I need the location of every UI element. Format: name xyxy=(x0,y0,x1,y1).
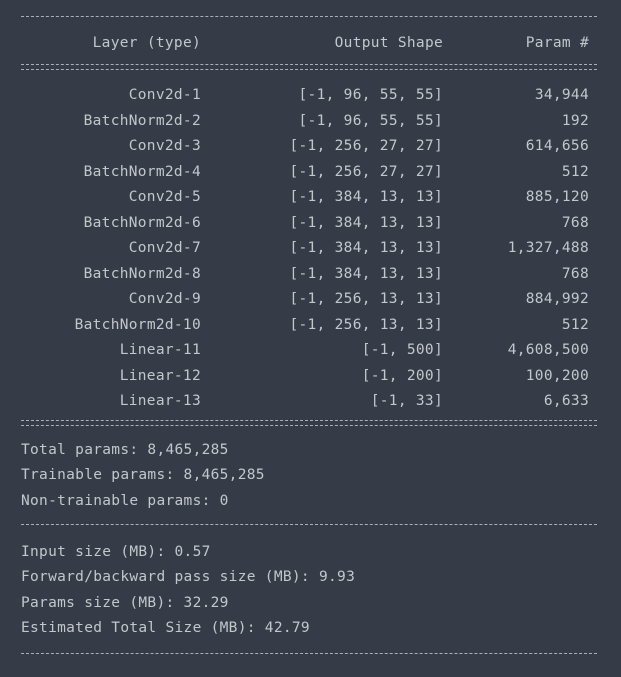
output-shape: [-1, 96, 55, 55] xyxy=(298,112,443,129)
params-size: Params size (MB): 32.29 xyxy=(21,595,229,611)
layer-name: Conv2d-7 xyxy=(128,240,201,256)
layer-name: BatchNorm2d-8 xyxy=(83,265,201,282)
table-row: Conv2d-5 [-1, 384, 13, 13] 885,120 xyxy=(21,187,597,207)
param-count: 614,656 xyxy=(525,138,589,154)
param-count: 768 xyxy=(561,265,589,282)
output-shape: [-1, 384, 13, 13] xyxy=(289,214,443,231)
header-layer: Layer (type) xyxy=(92,35,201,51)
layer-name: Linear-13 xyxy=(119,393,201,409)
terminal-output: Layer (type) Output Shape Param # Conv2d… xyxy=(0,0,621,677)
param-count: 4,608,500 xyxy=(507,342,589,358)
table-row: Conv2d-9 [-1, 256, 13, 13] 884,992 xyxy=(21,289,597,309)
param-count: 885,120 xyxy=(525,189,589,205)
output-shape: [-1, 33] xyxy=(370,393,443,409)
param-count: 512 xyxy=(561,316,589,333)
output-shape: [-1, 256, 27, 27] xyxy=(289,163,443,180)
table-row: Conv2d-7 [-1, 384, 13, 13] 1,327,488 xyxy=(21,238,597,258)
param-count: 6,633 xyxy=(543,393,589,409)
table-row: Linear-11 [-1, 500] 4,608,500 xyxy=(21,340,597,360)
table-row: Linear-12 [-1, 200] 100,200 xyxy=(21,366,597,386)
table-header: Layer (type) Output Shape Param # xyxy=(21,33,597,53)
output-shape: [-1, 384, 13, 13] xyxy=(289,265,443,282)
layer-name: BatchNorm2d-6 xyxy=(83,214,201,231)
output-shape: [-1, 200] xyxy=(361,367,443,384)
table-row: Conv2d-3 [-1, 256, 27, 27] 614,656 xyxy=(21,136,597,156)
layer-name: BatchNorm2d-4 xyxy=(83,163,201,180)
layer-name: BatchNorm2d-10 xyxy=(74,316,201,333)
non-trainable-params: Non-trainable params: 0 xyxy=(21,493,229,509)
layer-name: Conv2d-1 xyxy=(128,87,201,103)
param-count: 884,992 xyxy=(525,291,589,307)
layer-name: Linear-12 xyxy=(119,367,201,384)
table-row: BatchNorm2d-10 [-1, 256, 13, 13] 512 xyxy=(21,315,597,335)
layer-name: Conv2d-5 xyxy=(128,189,201,205)
header-param-count: Param # xyxy=(525,35,589,51)
output-shape: [-1, 256, 13, 13] xyxy=(289,316,443,333)
output-shape: [-1, 384, 13, 13] xyxy=(289,189,443,205)
output-shape: [-1, 96, 55, 55] xyxy=(298,87,443,103)
output-shape: [-1, 500] xyxy=(361,342,443,358)
header-output-shape: Output Shape xyxy=(334,35,443,51)
table-row: Linear-13 [-1, 33] 6,633 xyxy=(21,391,597,411)
table-row: BatchNorm2d-8 [-1, 384, 13, 13] 768 xyxy=(21,264,597,284)
layer-name: Linear-11 xyxy=(119,342,201,358)
param-count: 512 xyxy=(561,163,589,180)
table-row: BatchNorm2d-2 [-1, 96, 55, 55] 192 xyxy=(21,111,597,131)
param-count: 34,944 xyxy=(534,87,589,103)
divider-table-end xyxy=(21,420,597,426)
layer-name: BatchNorm2d-2 xyxy=(83,112,201,129)
param-count: 192 xyxy=(561,112,589,129)
param-count: 100,200 xyxy=(525,367,589,384)
param-count: 1,327,488 xyxy=(507,240,589,256)
table-row: BatchNorm2d-4 [-1, 256, 27, 27] 512 xyxy=(21,162,597,182)
divider-top xyxy=(21,16,597,17)
total-params: Total params: 8,465,285 xyxy=(21,442,229,458)
divider-header xyxy=(21,64,597,70)
divider-params xyxy=(21,524,597,525)
input-size: Input size (MB): 0.57 xyxy=(21,544,211,560)
estimated-total-size: Estimated Total Size (MB): 42.79 xyxy=(21,620,310,636)
layer-name: Conv2d-3 xyxy=(128,138,201,154)
trainable-params: Trainable params: 8,465,285 xyxy=(21,467,265,483)
output-shape: [-1, 256, 13, 13] xyxy=(289,291,443,307)
layer-name: Conv2d-9 xyxy=(128,291,201,307)
divider-bottom xyxy=(21,653,597,654)
table-row: BatchNorm2d-6 [-1, 384, 13, 13] 768 xyxy=(21,213,597,233)
forward-backward-size: Forward/backward pass size (MB): 9.93 xyxy=(21,569,356,585)
param-count: 768 xyxy=(561,214,589,231)
table-row: Conv2d-1 [-1, 96, 55, 55] 34,944 xyxy=(21,85,597,105)
output-shape: [-1, 384, 13, 13] xyxy=(289,240,443,256)
output-shape: [-1, 256, 27, 27] xyxy=(289,138,443,154)
